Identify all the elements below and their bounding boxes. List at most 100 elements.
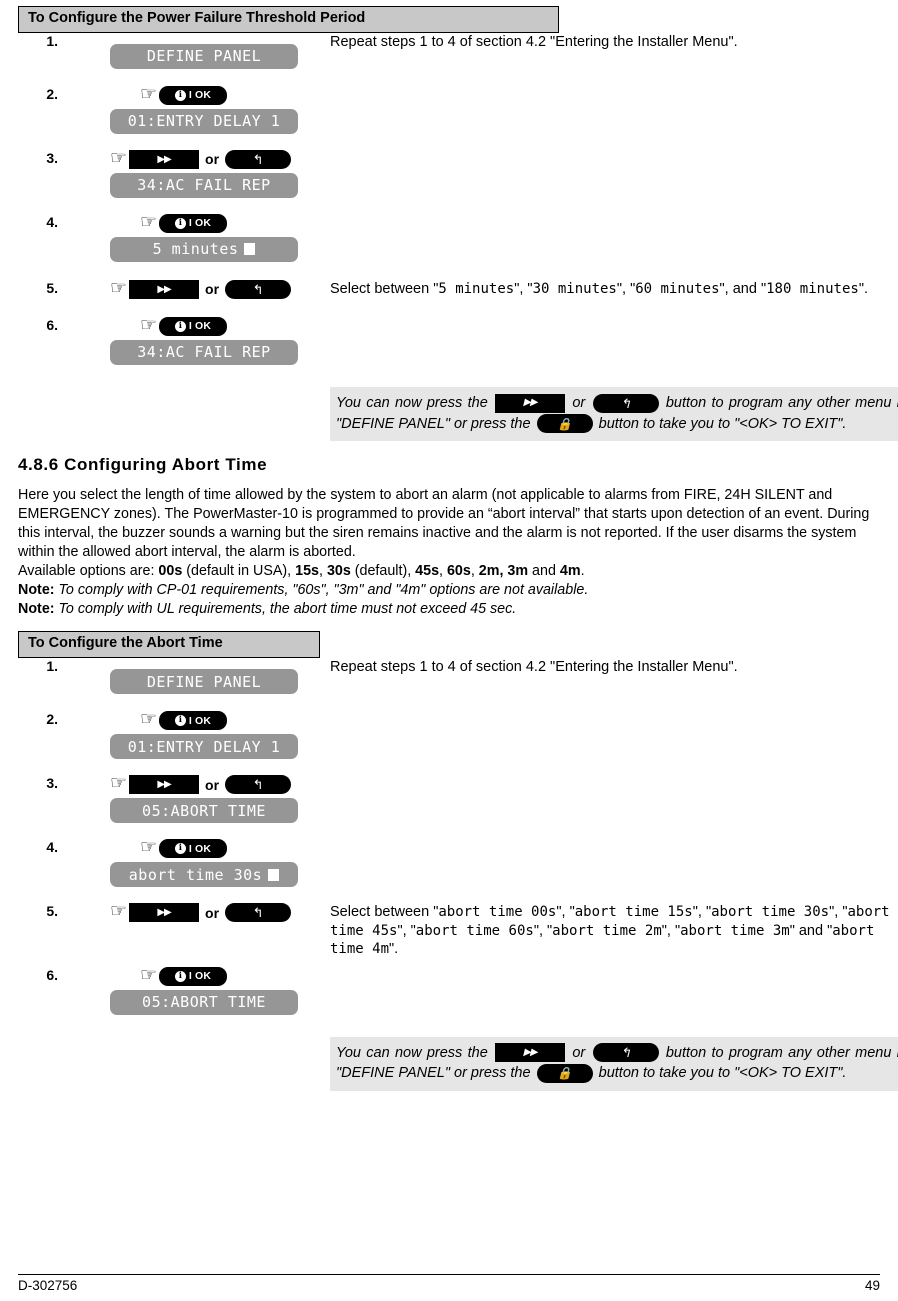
ok-button[interactable]: i I OK <box>159 839 228 859</box>
fast-forward-icon: ▶▶ <box>157 907 171 919</box>
note-text: To comply with UL requirements, the abor… <box>58 601 517 618</box>
note-cell: You can now press the ▶▶ or ↰ button to … <box>330 1036 898 1091</box>
step-number: 6. <box>46 966 58 983</box>
ok-button[interactable]: i I OK <box>159 85 228 105</box>
back-button[interactable]: ↰ <box>225 775 292 795</box>
option-value: 60 minutes <box>635 280 720 297</box>
ok-separator: I <box>188 842 193 855</box>
lock-button[interactable]: 🔒 <box>536 1063 593 1083</box>
info-icon: i <box>174 715 186 727</box>
option-value: 15s <box>295 563 319 580</box>
available-options-line: Available options are: 00s (default in U… <box>18 563 585 580</box>
back-button[interactable]: ↰ <box>592 1043 659 1063</box>
step-number: 4. <box>46 839 58 856</box>
step-keys: ☞ i I OK abort time 30s <box>58 838 330 888</box>
table-row <box>18 1015 898 1037</box>
lock-button[interactable]: 🔒 <box>536 414 593 434</box>
step-description <box>330 86 898 134</box>
note-part-3: button to program any other menu in <box>665 1044 898 1061</box>
option-value: 60s <box>446 563 471 580</box>
or-label: or <box>205 151 220 168</box>
note-label: Note: <box>18 582 55 599</box>
pointing-hand-icon: ☞ <box>110 901 128 923</box>
lock-icon: 🔒 <box>557 416 573 431</box>
back-button[interactable]: ↰ <box>592 393 659 413</box>
table-row <box>18 887 898 903</box>
option-value: 30s <box>326 563 351 580</box>
step-number: 3. <box>46 775 58 792</box>
step-description <box>330 711 898 759</box>
note-part-2: or <box>572 1044 586 1061</box>
pointing-hand-icon: ☞ <box>140 709 158 731</box>
table-row: 5. ☞ ▶▶ or ↰ Select between "abort time … <box>18 901 898 959</box>
note-part-4: or press the <box>454 415 531 432</box>
fast-forward-button[interactable]: ▶▶ <box>129 279 200 299</box>
back-button[interactable]: ↰ <box>225 279 292 299</box>
section-paragraph-abort-time: Here you select the length of time allow… <box>18 487 870 561</box>
step-keys: ☞ ▶▶ or ↰ <box>58 901 330 959</box>
lcd-display: 01:ENTRY DELAY 1 <box>110 108 298 134</box>
ok-button[interactable]: i I OK <box>159 316 228 336</box>
section-header-abort-time: To Configure the Abort Time <box>18 631 320 659</box>
step-keys: ☞ ▶▶ or ↰ 05:ABORT TIME <box>58 773 330 824</box>
back-arrow-icon: ↰ <box>252 281 264 297</box>
step-keys: ☞ ▶▶ or ↰ <box>58 279 330 303</box>
step-number: 5. <box>46 903 58 920</box>
ok-button[interactable]: i I OK <box>159 711 228 731</box>
step-number: 3. <box>46 149 58 166</box>
option-value: abort time 30s <box>711 904 830 921</box>
info-icon: i <box>174 843 186 855</box>
ok-button-label: OK <box>195 217 212 230</box>
pointing-hand-icon: ☞ <box>140 964 158 986</box>
back-arrow-icon: ↰ <box>252 905 264 921</box>
step-description: Select between "abort time 00s", "abort … <box>330 904 890 958</box>
lcd-display: 34:AC FAIL REP <box>110 339 298 365</box>
table-row: 3. ☞ ▶▶ or ↰ 34:AC FAIL REP <box>18 149 898 198</box>
lcd-display: abort time 30s <box>110 862 298 888</box>
step-number: 1. <box>46 32 58 49</box>
ok-button[interactable]: i I OK <box>159 213 228 233</box>
table-row: 2. ☞ i I OK 01:ENTRY DELAY 1 <box>18 709 898 760</box>
step-number: 2. <box>46 711 58 728</box>
step-keys: ☞ i I OK 01:ENTRY DELAY 1 <box>58 85 330 134</box>
note-part-1: You can now press the <box>336 394 488 411</box>
lcd-cursor-icon <box>244 243 256 256</box>
fast-forward-button[interactable]: ▶▶ <box>129 149 200 169</box>
ok-button-label: OK <box>195 714 212 727</box>
back-button[interactable]: ↰ <box>225 149 292 169</box>
step-description: Select between "5 minutes", "30 minutes"… <box>330 280 868 297</box>
step-description <box>330 839 898 887</box>
step-number: 2. <box>46 85 58 102</box>
table-row <box>18 134 898 150</box>
fast-forward-icon: ▶▶ <box>157 153 171 165</box>
option-value: 00s <box>158 563 183 580</box>
lcd-display: DEFINE PANEL <box>110 43 298 69</box>
options-lead: Available options are: <box>18 563 159 580</box>
fast-forward-icon: ▶▶ <box>157 283 171 295</box>
back-button[interactable]: ↰ <box>225 903 292 923</box>
fast-forward-button[interactable]: ▶▶ <box>495 393 566 413</box>
section-heading-abort-time: 4.8.6 Configuring Abort Time <box>18 455 268 475</box>
fast-forward-button[interactable]: ▶▶ <box>495 1043 566 1063</box>
fast-forward-button[interactable]: ▶▶ <box>129 775 200 795</box>
fast-forward-button[interactable]: ▶▶ <box>129 903 200 923</box>
ok-button-label: OK <box>195 320 212 333</box>
pointing-hand-icon: ☞ <box>110 773 128 795</box>
info-icon: i <box>174 320 186 332</box>
note-menu-name: "DEFINE PANEL" <box>336 415 450 432</box>
info-icon: i <box>174 217 186 229</box>
ok-button[interactable]: i I OK <box>159 966 228 986</box>
note-part-3: button to program any other menu in <box>665 394 898 411</box>
lcd-display: 01:ENTRY DELAY 1 <box>110 734 298 760</box>
step-number: 1. <box>46 658 58 675</box>
table-row <box>18 759 898 775</box>
or-label: or <box>205 904 220 921</box>
option-value: 4m <box>559 563 581 580</box>
back-arrow-icon: ↰ <box>620 395 632 411</box>
back-arrow-icon: ↰ <box>252 777 264 793</box>
lcd-display: 34:AC FAIL REP <box>110 172 298 198</box>
option-value: 2m, 3m <box>478 563 529 580</box>
table-row: 6. ☞ i I OK 34:AC FAIL REP <box>18 316 898 365</box>
step-description: Repeat steps 1 to 4 of section 4.2 "Ente… <box>330 659 738 676</box>
note-text: To comply with CP-01 requirements, "60s"… <box>58 582 589 599</box>
